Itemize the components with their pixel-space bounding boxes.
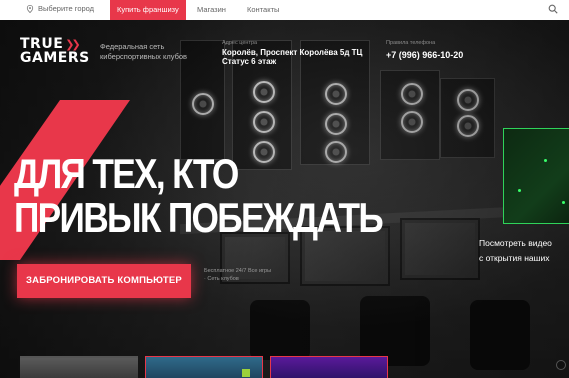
hero-headline-line2: ПРИВЫК ПОБЕЖДАТЬ (14, 194, 384, 241)
brand-logo[interactable]: TRUE ❯❯ GAMERS (20, 37, 90, 66)
watch-video-link[interactable]: Посмотреть видео с открытия наших (479, 236, 552, 266)
landing-page: Выберите город Купить франшизу Магазин К… (0, 0, 569, 378)
club-card[interactable] (20, 356, 138, 378)
buy-franchise-link[interactable]: Купить франшизу (110, 0, 186, 20)
scroll-indicator-icon[interactable] (556, 360, 566, 370)
club-card[interactable] (270, 356, 388, 378)
brand-tagline: Федеральная сеть киберспортивных клубов (100, 42, 188, 61)
hero-headline: ДЛЯ ТЕХ, КТО ПРИВЫК ПОБЕЖДАТЬ (14, 150, 384, 241)
watch-video-line1: Посмотреть видео (479, 238, 552, 248)
hours-note: Бесплатное 24/7 Все игры · Сеть клубов (204, 268, 272, 282)
phone-caption: Правила телефона (386, 40, 436, 46)
game-logo-icon (242, 369, 250, 377)
top-nav-bar: Выберите город Купить франшизу Магазин К… (0, 0, 569, 20)
club-address: Королёв, Проспект Королёва 5д ТЦ Статус … (222, 48, 363, 66)
watch-video-line2: с открытия наших (479, 253, 550, 263)
city-selector[interactable]: Выберите город (26, 4, 94, 13)
city-selector-label: Выберите город (38, 4, 95, 13)
address-caption: Адрес центра (222, 40, 258, 46)
phone-number[interactable]: +7 (996) 966-10-20 (386, 50, 463, 60)
logo-text-gamers: GAMERS (20, 50, 90, 66)
location-pin-icon (26, 4, 34, 13)
shop-link[interactable]: Магазин (197, 0, 226, 20)
club-card[interactable] (145, 356, 263, 378)
video-preview[interactable] (503, 128, 569, 224)
search-icon[interactable] (548, 4, 558, 14)
book-computer-button[interactable]: ЗАБРОНИРОВАТЬ КОМПЬЮТЕР (17, 264, 191, 298)
hero-headline-line1: ДЛЯ ТЕХ, КТО (14, 150, 239, 197)
contacts-link[interactable]: Контакты (247, 0, 279, 20)
